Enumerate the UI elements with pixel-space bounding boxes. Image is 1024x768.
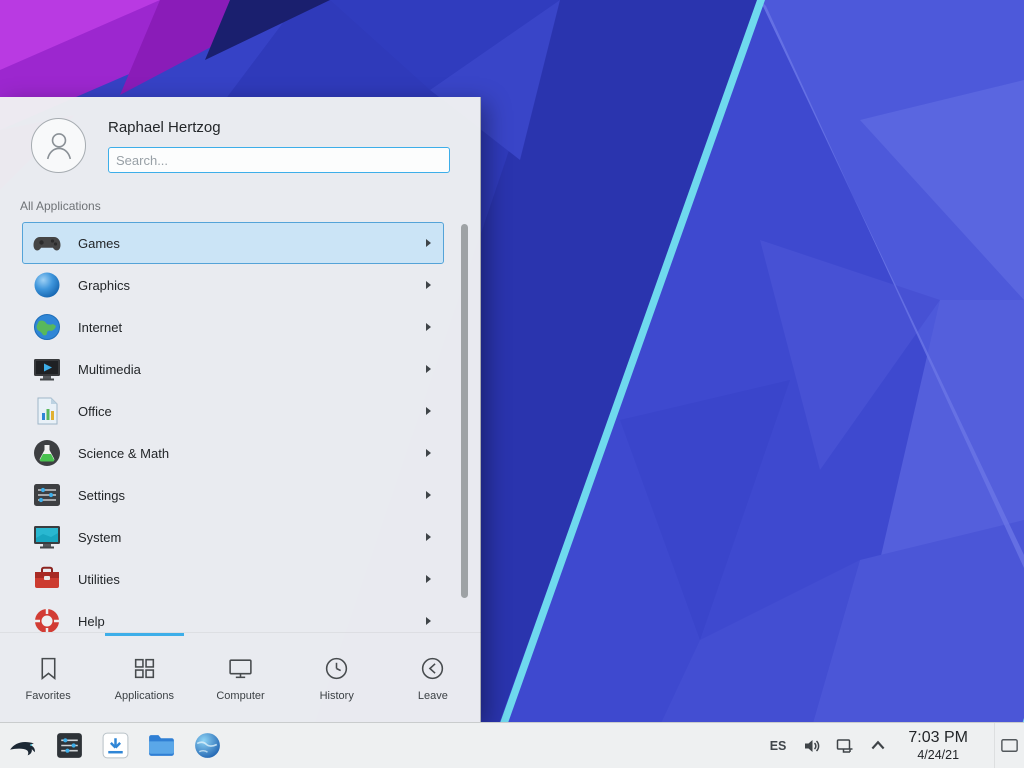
- tab-computer[interactable]: Computer: [192, 633, 288, 722]
- toolbox-icon: [31, 563, 63, 595]
- web-browser-icon: [192, 730, 223, 761]
- avatar[interactable]: [31, 118, 86, 173]
- leave-icon: [419, 655, 446, 682]
- clock-date: 4/24/21: [908, 748, 968, 763]
- category-games[interactable]: Games: [22, 222, 444, 264]
- submenu-arrow-icon: [426, 323, 431, 331]
- volume-icon[interactable]: [801, 735, 823, 757]
- submenu-arrow-icon: [426, 281, 431, 289]
- submenu-arrow-icon: [426, 239, 431, 247]
- active-tab-indicator: [105, 633, 184, 636]
- user-name: Raphael Hertzog: [108, 119, 221, 136]
- bookmark-icon: [35, 655, 62, 682]
- submenu-arrow-icon: [426, 449, 431, 457]
- category-science-math[interactable]: Science & Math: [22, 432, 444, 474]
- document-chart-icon: [31, 395, 63, 427]
- category-office[interactable]: Office: [22, 390, 444, 432]
- clock-icon: [323, 655, 350, 682]
- software-install-launcher[interactable]: [92, 723, 138, 768]
- category-label: Multimedia: [78, 362, 426, 377]
- category-label: System: [78, 530, 426, 545]
- file-manager-icon: [146, 730, 177, 761]
- app-menu-button[interactable]: [0, 723, 46, 768]
- flask-icon: [31, 437, 63, 469]
- submenu-arrow-icon: [426, 617, 431, 625]
- category-help[interactable]: Help: [22, 600, 444, 632]
- launcher-tabbar: Favorites Applications Computer: [0, 632, 481, 722]
- gamepad-icon: [31, 227, 63, 259]
- tab-applications[interactable]: Applications: [96, 633, 192, 722]
- submenu-arrow-icon: [426, 575, 431, 583]
- category-system[interactable]: System: [22, 516, 444, 558]
- digital-clock[interactable]: 7:03 PM 4/24/21: [908, 728, 968, 762]
- category-utilities[interactable]: Utilities: [22, 558, 444, 600]
- software-install-icon: [100, 730, 131, 761]
- category-internet[interactable]: Internet: [22, 306, 444, 348]
- system-tray: ES 7:03 PM 4/24/21: [770, 723, 1024, 768]
- category-graphics[interactable]: Graphics: [22, 264, 444, 306]
- category-label: Graphics: [78, 278, 426, 293]
- expand-tray-icon[interactable]: [867, 735, 889, 757]
- clock-time: 7:03 PM: [908, 728, 968, 747]
- tweaks-icon: [54, 730, 85, 761]
- category-label: Science & Math: [78, 446, 426, 461]
- globe-icon: [31, 311, 63, 343]
- scrollbar[interactable]: [461, 224, 468, 598]
- system-monitor-icon: [31, 521, 63, 553]
- show-desktop-button[interactable]: [994, 723, 1024, 768]
- sliders-icon: [31, 479, 63, 511]
- category-label: Settings: [78, 488, 426, 503]
- submenu-arrow-icon: [426, 491, 431, 499]
- lifebuoy-icon: [31, 605, 63, 632]
- submenu-arrow-icon: [426, 407, 431, 415]
- category-label: Utilities: [78, 572, 426, 587]
- category-settings[interactable]: Settings: [22, 474, 444, 516]
- user-icon: [38, 125, 80, 167]
- show-desktop-icon: [999, 735, 1020, 756]
- section-label: All Applications: [20, 199, 101, 213]
- web-browser-launcher[interactable]: [184, 723, 230, 768]
- file-manager-launcher[interactable]: [138, 723, 184, 768]
- graphics-orb-icon: [31, 269, 63, 301]
- desktop: Raphael Hertzog All Applications Games: [0, 0, 1024, 768]
- kali-menu-icon: [8, 730, 39, 761]
- taskbar-launchers: [0, 723, 230, 768]
- keyboard-layout-indicator[interactable]: ES: [770, 739, 787, 753]
- category-multimedia[interactable]: Multimedia: [22, 348, 444, 390]
- category-label: Internet: [78, 320, 426, 335]
- wired-network-icon[interactable]: [834, 735, 856, 757]
- grid-icon: [131, 655, 158, 682]
- tweaks-launcher[interactable]: [46, 723, 92, 768]
- application-launcher: Raphael Hertzog All Applications Games: [0, 97, 481, 722]
- category-label: Office: [78, 404, 426, 419]
- tab-favorites[interactable]: Favorites: [0, 633, 96, 722]
- category-label: Help: [78, 614, 426, 629]
- tab-history[interactable]: History: [289, 633, 385, 722]
- category-list: Games Graphics: [22, 222, 444, 632]
- search-input[interactable]: [108, 147, 450, 173]
- media-player-icon: [31, 353, 63, 385]
- submenu-arrow-icon: [426, 365, 431, 373]
- category-label: Games: [78, 236, 426, 251]
- tab-leave[interactable]: Leave: [385, 633, 481, 722]
- monitor-icon: [227, 655, 254, 682]
- submenu-arrow-icon: [426, 533, 431, 541]
- taskbar: ES 7:03 PM 4/24/21: [0, 722, 1024, 768]
